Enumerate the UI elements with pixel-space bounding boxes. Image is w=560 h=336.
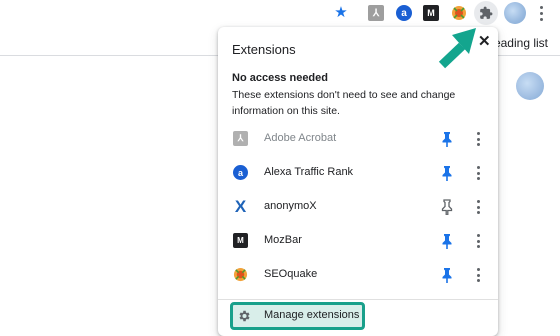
extension-name: SEOquake	[264, 268, 318, 280]
manage-extensions-button[interactable]: Manage extensions	[230, 302, 365, 330]
popup-title: Extensions	[232, 42, 296, 57]
extension-row-alexa-traffic-rank[interactable]: a Alexa Traffic Rank	[218, 156, 498, 190]
unpinned-pin-icon[interactable]	[440, 199, 454, 215]
more-options-icon[interactable]	[477, 268, 481, 285]
more-options-icon[interactable]	[477, 234, 481, 251]
pin-icon[interactable]	[440, 233, 454, 249]
extension-name: MozBar	[264, 234, 302, 246]
extension-name: Adobe Acrobat	[264, 132, 337, 144]
extension-row-anonymox[interactable]: X anonymoX	[218, 190, 498, 224]
adobe-acrobat-icon[interactable]: ⅄	[368, 5, 384, 21]
more-options-icon[interactable]	[477, 166, 481, 183]
anonymox-icon: X	[234, 196, 247, 216]
profile-avatar[interactable]	[504, 2, 526, 24]
annotation-arrow-icon	[438, 28, 476, 69]
extension-row-mozbar[interactable]: M MozBar	[218, 224, 498, 258]
adobe-acrobat-icon: ⅄	[233, 131, 248, 146]
gear-icon	[239, 310, 250, 322]
bookmark-star-icon[interactable]: ★	[333, 5, 349, 21]
more-vert-icon[interactable]	[540, 6, 544, 24]
divider	[218, 299, 498, 300]
mozbar-icon: M	[233, 233, 248, 248]
alexa-icon: a	[233, 165, 248, 180]
more-options-icon[interactable]	[477, 200, 481, 217]
extension-name: anonymoX	[264, 200, 317, 212]
extension-row-seoquake[interactable]: SEOquake	[218, 258, 498, 292]
pin-icon[interactable]	[440, 165, 454, 181]
page-avatar	[516, 72, 544, 100]
section-description: These extensions don't need to see and c…	[232, 89, 456, 117]
seoquake-icon	[233, 267, 248, 282]
extension-name: Alexa Traffic Rank	[264, 166, 354, 178]
manage-extensions-label: Manage extensions	[264, 309, 360, 321]
pin-icon[interactable]	[440, 267, 454, 283]
section-title: No access needed	[232, 72, 328, 84]
more-options-icon[interactable]	[477, 132, 481, 149]
pin-icon[interactable]	[440, 131, 454, 147]
extension-row-adobe-acrobat[interactable]: ⅄ Adobe Acrobat	[218, 122, 498, 156]
